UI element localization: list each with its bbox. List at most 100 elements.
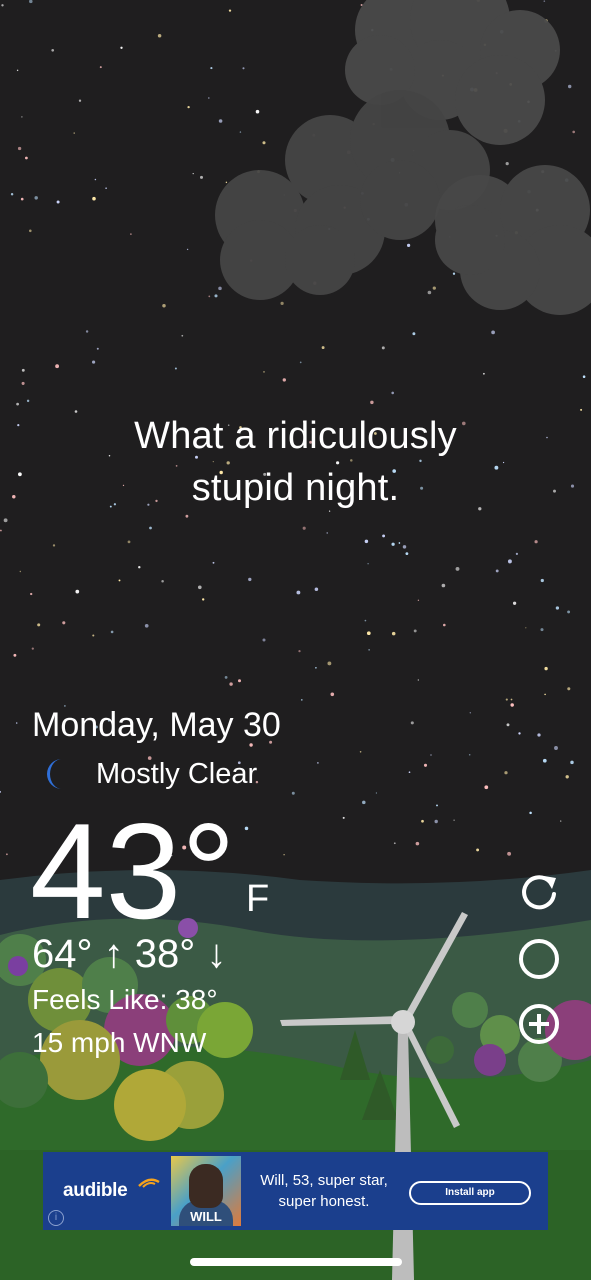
star [413, 629, 417, 633]
star [469, 712, 471, 714]
star [317, 762, 319, 764]
star [248, 577, 252, 582]
star [280, 301, 284, 306]
condition-label: Mostly Clear [96, 757, 258, 790]
star [202, 598, 205, 601]
star [263, 371, 265, 373]
temperature-unit[interactable]: F [246, 878, 269, 921]
star [326, 532, 328, 534]
star [118, 579, 121, 582]
star [342, 816, 345, 819]
star [537, 733, 541, 737]
star [6, 853, 8, 856]
star [507, 559, 512, 564]
star [19, 570, 21, 573]
ad-info-icon[interactable]: i [48, 1210, 64, 1226]
star [430, 754, 432, 756]
star [25, 156, 28, 160]
star [512, 601, 517, 605]
weather-screen: What a ridiculously stupid night. Monday… [0, 0, 591, 1280]
star [529, 811, 532, 815]
current-temperature: 43° [30, 795, 236, 947]
star [407, 243, 411, 247]
star [20, 197, 24, 201]
star [484, 785, 489, 790]
star [13, 653, 17, 657]
star [29, 229, 32, 233]
star [483, 372, 485, 375]
star [540, 628, 544, 632]
headline-line-1: What a ridiculously [134, 415, 457, 457]
star [130, 233, 132, 235]
star [255, 109, 260, 114]
star [34, 196, 38, 200]
star [51, 48, 55, 52]
star [510, 698, 513, 701]
theme-toggle-icon [519, 939, 559, 979]
background-scene [0, 0, 591, 1280]
star [78, 99, 82, 102]
star [56, 200, 60, 204]
star [453, 819, 455, 821]
star [359, 751, 362, 753]
star [238, 679, 241, 683]
star [291, 791, 295, 795]
forecast-date: Monday, May 30 [32, 706, 281, 744]
ad-banner[interactable]: audible i WILL Will, 53, super star, sup… [43, 1152, 548, 1230]
theme-toggle-button[interactable] [516, 936, 562, 982]
star [210, 67, 213, 70]
star [495, 569, 499, 573]
star [225, 181, 228, 184]
star [138, 566, 141, 569]
star [441, 583, 446, 588]
home-indicator[interactable] [190, 1258, 402, 1266]
star [436, 804, 438, 807]
star [370, 400, 374, 405]
install-app-button[interactable]: Install app [409, 1181, 531, 1205]
wind-speed: 15 mph WNW [32, 1027, 207, 1058]
star [26, 399, 30, 403]
star [296, 590, 301, 595]
star [567, 610, 571, 614]
star [283, 853, 285, 856]
star [314, 587, 319, 592]
star [282, 378, 286, 382]
star [567, 84, 572, 89]
feels-like: Feels Like: 38° [32, 984, 218, 1015]
star [92, 634, 95, 637]
star [185, 514, 189, 518]
star [518, 732, 521, 735]
star [504, 771, 508, 775]
star [515, 552, 519, 556]
high-low-temperature: 64° ↑ 38° ↓ [32, 932, 227, 976]
star [393, 842, 396, 845]
star [321, 346, 325, 350]
refresh-icon [522, 875, 556, 910]
star [491, 330, 495, 335]
star [525, 627, 527, 629]
refresh-button[interactable] [516, 868, 562, 914]
star [543, 0, 546, 2]
star [567, 687, 571, 691]
star [432, 286, 436, 290]
star [16, 402, 19, 406]
star [10, 193, 14, 196]
ad-cover-title: WILL [190, 1209, 222, 1224]
ad-book-cover: WILL [171, 1156, 241, 1226]
star [3, 518, 8, 523]
star [85, 330, 89, 333]
add-location-button[interactable] [516, 1001, 562, 1047]
star [468, 753, 471, 756]
star [62, 621, 66, 625]
star [410, 721, 414, 725]
star [560, 820, 562, 822]
star [0, 529, 2, 532]
star [21, 368, 25, 372]
star [192, 172, 194, 175]
star [17, 146, 22, 151]
star [30, 592, 33, 596]
star [534, 540, 538, 544]
star [505, 698, 508, 701]
star [299, 361, 302, 364]
condition-row: Mostly Clear [38, 756, 257, 792]
